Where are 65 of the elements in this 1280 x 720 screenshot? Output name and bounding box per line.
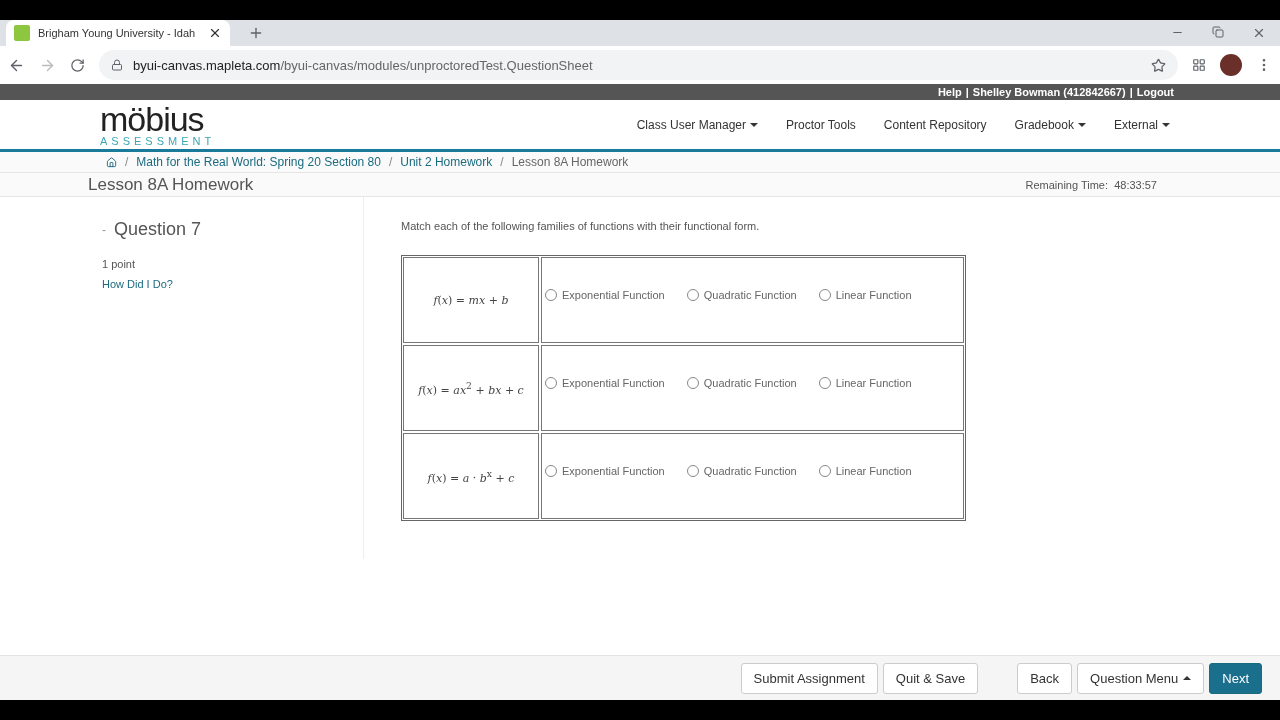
radio-button[interactable]: [818, 377, 831, 389]
radio-button[interactable]: [686, 377, 699, 389]
formula-cell: f(x) = a · b$^{x}$ + c: [403, 433, 539, 519]
breadcrumb-link[interactable]: Lesson 8A Homework: [511, 155, 629, 169]
breadcrumb-separator: /: [500, 155, 504, 169]
breadcrumb-link[interactable]: Unit 2 Homework: [400, 155, 493, 169]
radio-button[interactable]: [545, 465, 557, 477]
formula-cell: f(x) = mx + b: [403, 257, 539, 343]
option-label[interactable]: Exponential Function: [562, 289, 665, 301]
footer-button[interactable]: Quit & Save: [882, 662, 979, 694]
radio-button[interactable]: [818, 465, 831, 477]
question-title: Question 7: [114, 219, 202, 240]
logo-subtitle: ASSESSMENT: [100, 136, 216, 147]
new-tab-icon[interactable]: [248, 25, 264, 41]
points-text: 1 point: [102, 258, 137, 270]
option-label[interactable]: Linear Function: [835, 465, 912, 477]
grid-icon[interactable]: [1192, 58, 1206, 72]
home-icon[interactable]: [106, 156, 117, 168]
separator: |: [965, 86, 969, 98]
timer-value: 48:33:57: [1114, 178, 1157, 191]
breadcrumb-link[interactable]: Math for the Real World: Spring 20 Section 80: [136, 155, 381, 169]
footer-button[interactable]: Back: [1017, 662, 1073, 694]
address-bar[interactable]: byui-canvas.mapleta.com/byui-canvas/modules/unproctoredTest.QuestionSheet: [99, 50, 1178, 80]
separator: |: [1129, 86, 1133, 98]
browser-tab[interactable]: Brigham Young University - Idah: [6, 20, 230, 46]
nav-menu-item[interactable]: Class User Manager: [636, 117, 759, 132]
avatar[interactable]: [1220, 54, 1242, 76]
nav-menu-item[interactable]: Content Repository: [883, 117, 987, 132]
footer-button[interactable]: Question Menu: [1077, 662, 1205, 694]
reload-icon[interactable]: [70, 57, 85, 73]
option-label[interactable]: Exponential Function: [562, 377, 665, 389]
timer-label: Remaining Time:: [1025, 178, 1109, 191]
favicon-icon: [14, 25, 30, 41]
logout-link[interactable]: Logout: [1136, 86, 1174, 98]
footer-button[interactable]: Next: [1209, 662, 1262, 694]
help-link[interactable]: Help: [937, 86, 962, 98]
radio-button[interactable]: [686, 289, 699, 301]
radio-button[interactable]: [545, 377, 557, 389]
option-label[interactable]: Quadratic Function: [703, 289, 797, 301]
question-prompt: Match each of the following families of functions with their functional form.: [401, 220, 761, 232]
breadcrumb-separator: /: [388, 155, 393, 169]
radio-button[interactable]: [686, 465, 699, 477]
option-label[interactable]: Linear Function: [835, 377, 912, 389]
nav-menu-item[interactable]: Gradebook: [1014, 117, 1086, 132]
radio-button[interactable]: [545, 289, 557, 301]
option-label[interactable]: Quadratic Function: [703, 465, 797, 477]
formula-cell: f(x) = ax$^{2}$ + bx + c: [403, 345, 539, 431]
nav-menu-item[interactable]: External: [1113, 117, 1170, 132]
option-label[interactable]: Exponential Function: [562, 465, 665, 477]
tab-title: Brigham Young University - Idah: [38, 27, 197, 39]
feedback-link[interactable]: How Did I Do?: [102, 278, 363, 290]
breadcrumb-separator: /: [125, 155, 129, 169]
lock-icon: [111, 59, 123, 71]
footer-button[interactable]: Submit Assignment: [740, 662, 878, 694]
option-label[interactable]: Quadratic Function: [703, 377, 797, 389]
user-name: Shelley Bowman (412842667): [972, 86, 1126, 98]
logo-wordmark: möbius: [100, 102, 204, 136]
option-label[interactable]: Linear Function: [835, 289, 912, 301]
page-title: Lesson 8A Homework: [88, 174, 254, 195]
restore-icon[interactable]: [1212, 26, 1224, 38]
star-icon[interactable]: [1151, 57, 1166, 73]
close-icon[interactable]: [208, 26, 222, 40]
url-text: byui-canvas.mapleta.com/byui-canvas/modules/unproctoredTest.QuestionSheet: [133, 57, 593, 73]
radio-button[interactable]: [818, 289, 831, 301]
nav-menu-item[interactable]: Proctor Tools: [786, 117, 856, 132]
